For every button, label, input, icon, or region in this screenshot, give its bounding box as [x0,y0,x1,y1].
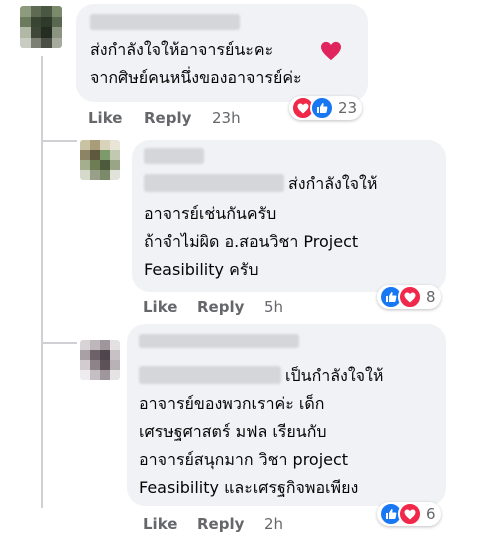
reaction-count: 8 [426,288,436,306]
comment-text: อาจารย์เช่นกันครับ [144,204,277,223]
like-button[interactable]: Like [143,298,177,316]
comment-text: จากศิษย์คนหนึ่งของอาจารย์ค่ะ [90,68,302,87]
comment-text: เศรษฐศาสตร์ มฟล เรียนกับ [139,422,327,441]
reaction-summary[interactable]: 6 [377,502,441,526]
like-button[interactable]: Like [143,515,177,533]
redacted-author-name [144,174,284,192]
avatar[interactable] [80,340,120,380]
timestamp[interactable]: 5h [264,298,283,316]
comment-text: อาจารย์สนุกมาก วิชา project [139,450,349,469]
like-button[interactable]: Like [88,109,122,127]
red-heart-icon [320,41,342,65]
avatar[interactable] [20,6,62,48]
comment-bubble: ส่งกำลังใจให้อาจารย์นะคะ จากศิษย์คนหนึ่ง… [76,4,368,102]
timestamp[interactable]: 2h [264,515,283,533]
redacted-author-name [139,334,299,348]
comment-text: ส่งกำลังใจให้อาจารย์นะคะ [90,40,274,59]
comment-text: อาจารย์ของพวกเราค่ะ เด็ก [139,394,325,413]
redacted-author-name [144,148,204,164]
comment-bubble: ส่งกำลังใจให้ อาจารย์เช่นกันครับ ถ้าจำไม… [132,140,446,292]
reaction-summary[interactable]: 8 [377,285,441,309]
comment-text: ถ้าจำไม่ผิด อ.สอนวิชา Project [144,232,359,251]
comment-text: Feasibility ครับ [144,260,259,279]
reply-button[interactable]: Reply [197,515,244,533]
thread-line [41,56,43,508]
reaction-count: 6 [426,505,436,523]
reaction-summary[interactable]: 23 [289,96,363,120]
timestamp[interactable]: 23h [212,109,241,127]
avatar[interactable] [80,140,120,180]
love-icon [398,502,422,526]
reply-button[interactable]: Reply [197,298,244,316]
comment-text: Feasibility และเศรฐกิจพอเพียง [139,478,359,497]
love-icon [398,285,422,309]
redacted-author-name [139,366,281,384]
reaction-count: 23 [338,99,358,117]
like-icon [310,96,334,120]
comment-text: ส่งกำลังใจให้ [288,174,378,193]
redacted-author-name [90,14,240,30]
thread-connector [41,342,77,344]
comment-bubble: เป็นกำลังใจให้ อาจารย์ของพวกเราค่ะ เด็ก … [127,324,446,506]
comment-text: เป็นกำลังใจให้ [285,366,384,385]
thread-connector [41,140,77,142]
reply-button[interactable]: Reply [144,109,191,127]
